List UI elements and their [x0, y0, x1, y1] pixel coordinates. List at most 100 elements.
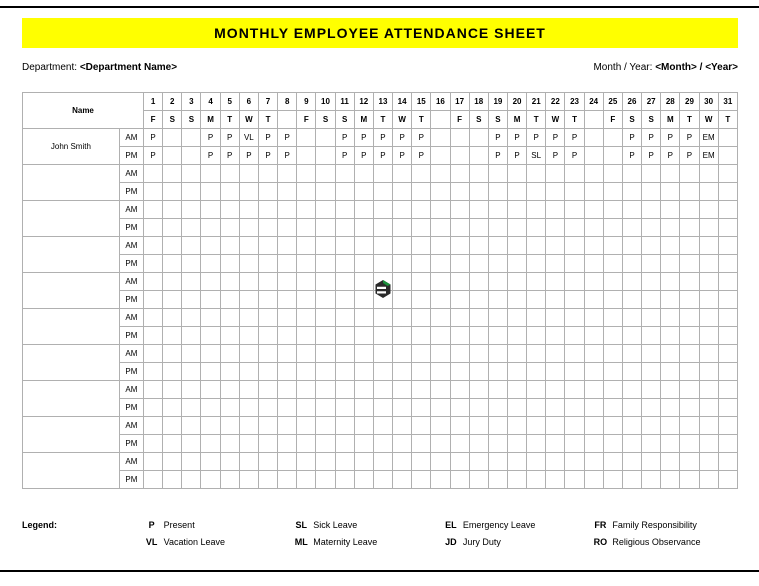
- attendance-cell: [201, 327, 220, 345]
- attendance-cell: [220, 453, 239, 471]
- pm-label: PM: [119, 327, 143, 345]
- day-header: 6: [239, 93, 258, 111]
- attendance-cell: [354, 381, 373, 399]
- attendance-cell: [163, 291, 182, 309]
- attendance-cell: [412, 291, 431, 309]
- weekday-header: [584, 111, 603, 129]
- attendance-cell: [661, 201, 680, 219]
- attendance-cell: [450, 399, 469, 417]
- day-header: 24: [584, 93, 603, 111]
- attendance-cell: [718, 471, 737, 489]
- weekday-header: S: [469, 111, 488, 129]
- attendance-cell: [718, 237, 737, 255]
- attendance-cell: P: [642, 147, 661, 165]
- attendance-cell: [584, 435, 603, 453]
- attendance-cell: [469, 237, 488, 255]
- attendance-cell: [278, 399, 297, 417]
- attendance-cell: [393, 327, 412, 345]
- attendance-cell: [335, 291, 354, 309]
- attendance-cell: [699, 345, 718, 363]
- attendance-cell: [527, 165, 546, 183]
- attendance-cell: [642, 345, 661, 363]
- attendance-cell: [565, 183, 584, 201]
- attendance-cell: [661, 273, 680, 291]
- attendance-cell: [278, 417, 297, 435]
- attendance-cell: [393, 309, 412, 327]
- attendance-cell: [431, 165, 450, 183]
- attendance-cell: [182, 183, 201, 201]
- attendance-cell: [488, 309, 507, 327]
- attendance-cell: [680, 183, 699, 201]
- attendance-cell: [431, 129, 450, 147]
- employee-name: [23, 237, 120, 273]
- attendance-cell: [469, 309, 488, 327]
- legend-item: MLMaternity Leave: [289, 537, 439, 547]
- attendance-cell: [201, 273, 220, 291]
- attendance-cell: [565, 327, 584, 345]
- attendance-cell: [450, 165, 469, 183]
- attendance-cell: [239, 417, 258, 435]
- attendance-cell: [565, 345, 584, 363]
- attendance-cell: [450, 219, 469, 237]
- attendance-cell: [680, 255, 699, 273]
- attendance-cell: [144, 165, 163, 183]
- attendance-cell: [546, 237, 565, 255]
- day-header: 15: [412, 93, 431, 111]
- attendance-cell: [661, 435, 680, 453]
- attendance-cell: [239, 273, 258, 291]
- attendance-cell: [546, 327, 565, 345]
- attendance-cell: [661, 417, 680, 435]
- attendance-cell: [642, 327, 661, 345]
- attendance-cell: [718, 129, 737, 147]
- attendance-cell: [144, 453, 163, 471]
- attendance-cell: P: [507, 129, 526, 147]
- attendance-cell: [163, 435, 182, 453]
- name-header: Name: [23, 93, 144, 129]
- attendance-cell: [412, 345, 431, 363]
- attendance-cell: [584, 345, 603, 363]
- attendance-cell: [450, 129, 469, 147]
- legend-item: JDJury Duty: [439, 537, 589, 547]
- day-header: 3: [182, 93, 201, 111]
- attendance-cell: VL: [239, 129, 258, 147]
- attendance-cell: [201, 291, 220, 309]
- attendance-cell: [335, 255, 354, 273]
- attendance-cell: [584, 363, 603, 381]
- attendance-cell: [488, 453, 507, 471]
- attendance-cell: [182, 399, 201, 417]
- attendance-cell: [220, 165, 239, 183]
- attendance-cell: P: [220, 129, 239, 147]
- attendance-cell: [163, 219, 182, 237]
- day-header: 27: [642, 93, 661, 111]
- attendance-cell: [603, 363, 622, 381]
- attendance-cell: P: [393, 147, 412, 165]
- attendance-cell: [661, 219, 680, 237]
- attendance-cell: [316, 273, 335, 291]
- attendance-cell: [144, 201, 163, 219]
- attendance-cell: [527, 327, 546, 345]
- attendance-cell: [393, 237, 412, 255]
- attendance-cell: [239, 435, 258, 453]
- attendance-cell: [507, 273, 526, 291]
- attendance-cell: [297, 201, 316, 219]
- attendance-cell: [565, 381, 584, 399]
- attendance-cell: [718, 417, 737, 435]
- meta-row: Department: <Department Name> Month / Ye…: [22, 62, 738, 73]
- attendance-cell: [373, 399, 392, 417]
- attendance-cell: [546, 309, 565, 327]
- day-header: 25: [603, 93, 622, 111]
- attendance-cell: [278, 381, 297, 399]
- attendance-cell: [507, 363, 526, 381]
- legend-item: ELEmergency Leave: [439, 520, 589, 530]
- attendance-cell: [527, 237, 546, 255]
- attendance-cell: [642, 471, 661, 489]
- attendance-cell: [488, 399, 507, 417]
- attendance-cell: [603, 237, 622, 255]
- attendance-cell: [584, 201, 603, 219]
- attendance-cell: [258, 219, 277, 237]
- attendance-cell: [469, 129, 488, 147]
- attendance-cell: [718, 165, 737, 183]
- attendance-cell: [278, 183, 297, 201]
- attendance-cell: [680, 219, 699, 237]
- attendance-cell: [622, 471, 641, 489]
